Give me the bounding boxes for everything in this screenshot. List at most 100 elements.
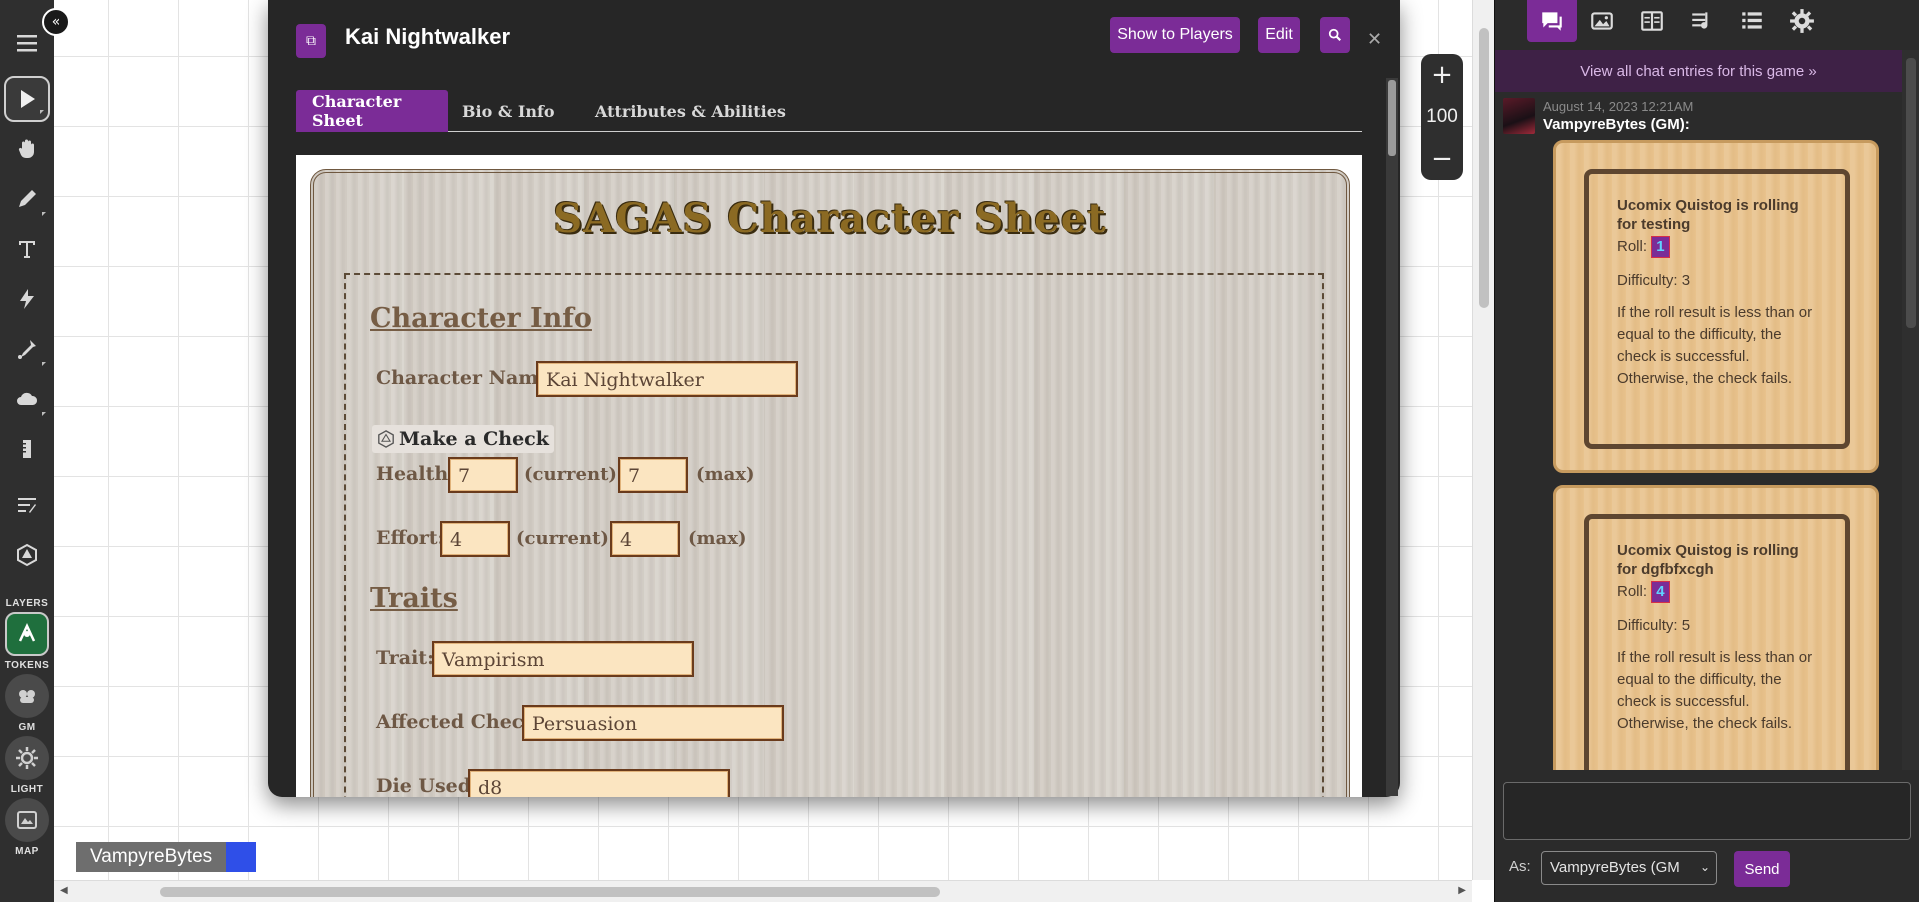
effort-current-field[interactable]: 4 [440,521,510,557]
speak-as-select[interactable]: VampyreBytes (GM ⌄ [1541,851,1717,885]
sheet-frame: SAGAS Character Sheet Character Info Cha… [296,155,1362,797]
player-tag: VampyreBytes [76,842,257,872]
player-color-swatch[interactable] [226,842,257,872]
roll-value[interactable]: 1 [1651,236,1670,258]
chat-scrollbar[interactable] [1902,50,1919,770]
tokens-label: TOKENS [4,660,50,671]
art-icon[interactable] [1577,0,1627,42]
dropper-icon[interactable] [4,326,50,372]
light-layer-icon[interactable] [5,736,49,780]
health-current-field[interactable]: 7 [448,457,518,493]
roll-value[interactable]: 4 [1651,581,1670,603]
zoom-out-icon[interactable]: − [1431,146,1453,172]
gm-layer-icon[interactable] [5,674,49,718]
dialog-header: ⧉ Kai Nightwalker Show to Players Edit ✕ [268,0,1400,78]
message-author: VampyreBytes (GM): [1543,116,1690,133]
scrollbar-thumb[interactable] [1906,58,1916,328]
roll-result-line: Roll: 1 [1617,236,1817,258]
tab-character-sheet[interactable]: Character Sheet [296,90,448,132]
canvas-vertical-scrollbar[interactable] [1472,0,1494,880]
chevron-down-icon: ⌄ [1699,860,1710,874]
pan-icon[interactable] [4,126,50,172]
jukebox-icon[interactable] [1677,0,1727,42]
current-label: (current) / [516,528,622,549]
sheet-title: SAGAS Character Sheet [553,195,1107,242]
collapse-toolbar-icon[interactable]: « [42,8,70,36]
show-to-players-button[interactable]: Show to Players [1110,17,1240,53]
close-icon[interactable]: ✕ [1367,29,1382,50]
chat-icon[interactable] [1527,0,1577,42]
search-icon[interactable] [1320,17,1350,53]
chat-input[interactable] [1503,782,1911,840]
layers-label: LAYERS [5,598,49,609]
tokens-layer-icon[interactable] [5,612,49,656]
text-icon[interactable] [4,226,50,272]
measure-icon[interactable] [4,426,50,472]
speak-as-label: As: [1509,858,1531,875]
canvas-horizontal-scrollbar[interactable]: ◀ ▶ [54,880,1472,902]
roll-label: Roll: [1617,583,1648,600]
fx-icon[interactable] [4,276,50,322]
scrollbar-thumb[interactable] [1479,28,1489,308]
effort-max-field[interactable]: 4 [610,521,680,557]
roll-result-line: Roll: 4 [1617,581,1817,603]
roll-description: If the roll result is less than or equal… [1617,304,1813,387]
left-toolbar: LAYERS TOKENS GM LIGHT MAP [0,0,54,902]
dice-icon[interactable] [4,532,50,578]
map-label: MAP [15,846,39,857]
map-layer-icon[interactable] [5,798,49,842]
turn-order-icon[interactable] [4,482,50,528]
edit-button[interactable]: Edit [1258,17,1300,53]
d20-icon [378,430,394,448]
character-name-field[interactable]: Kai Nightwalker [536,361,798,397]
collections-icon[interactable] [1727,0,1777,42]
die-used-field[interactable]: d8 [468,769,730,797]
traits-heading: Traits [370,583,458,614]
zoom-control: + 100 − [1421,54,1463,180]
roll-header: Ucomix Quistog is rolling for dgfbfxcgh [1617,542,1799,578]
right-sidebar: View all chat entries for this game » Au… [1494,0,1919,902]
scroll-right-icon[interactable]: ▶ [1458,885,1466,896]
character-sheet: SAGAS Character Sheet Character Info Cha… [310,169,1350,797]
draw-icon[interactable] [4,176,50,222]
roll-description: If the roll result is less than or equal… [1617,649,1813,732]
dialog-tabs: Character Sheet Bio & Info Attributes & … [296,90,1362,132]
affected-check-field[interactable]: Persuasion [522,705,784,741]
journal-icon[interactable] [1627,0,1677,42]
roll-header: Ucomix Quistog is rolling for testing [1617,197,1799,233]
view-all-chat-link[interactable]: View all chat entries for this game » [1495,50,1902,92]
trait-label: Trait: [376,647,435,669]
zoom-in-icon[interactable]: + [1431,62,1453,88]
roll-card: Ucomix Quistog is rolling for dgfbfxcgh … [1553,485,1879,814]
health-max-field[interactable]: 7 [618,457,688,493]
fog-icon[interactable] [4,376,50,422]
character-info-heading: Character Info [370,303,592,334]
gm-label: GM [18,722,36,733]
current-label: (current) / [524,464,630,485]
roll-label: Roll: [1617,238,1648,255]
player-name: VampyreBytes [76,842,227,872]
character-name-label: Character Name: [376,367,558,389]
scrollbar-thumb[interactable] [160,887,940,897]
sidebar-tabs [1495,0,1919,48]
trait-field[interactable]: Vampirism [432,641,694,677]
scrollbar-thumb[interactable] [1388,80,1396,156]
speak-as-value: VampyreBytes (GM [1550,859,1680,876]
tab-attributes-abilities[interactable]: Attributes & Abilities [579,90,802,132]
affected-check-label: Affected Check: [376,711,544,733]
effort-label: Effort: [376,527,445,549]
roll-card: Ucomix Quistog is rolling for testing Ro… [1553,140,1879,473]
scroll-left-icon[interactable]: ◀ [60,885,68,896]
popout-icon[interactable]: ⧉ [296,24,326,58]
character-info-section: Character Info Character Name: Kai Night… [344,273,1324,797]
dialog-scrollbar[interactable] [1386,78,1398,796]
avatar [1503,98,1535,134]
settings-icon[interactable] [1777,0,1827,42]
health-label: Health: [376,463,456,485]
make-check-button[interactable]: Make a Check [372,425,554,453]
select-icon[interactable] [4,76,50,122]
send-button[interactable]: Send [1734,851,1790,887]
zoom-level[interactable]: 100 [1426,106,1458,128]
tab-bio-info[interactable]: Bio & Info [446,90,571,132]
dialog-title: Kai Nightwalker [345,24,511,49]
